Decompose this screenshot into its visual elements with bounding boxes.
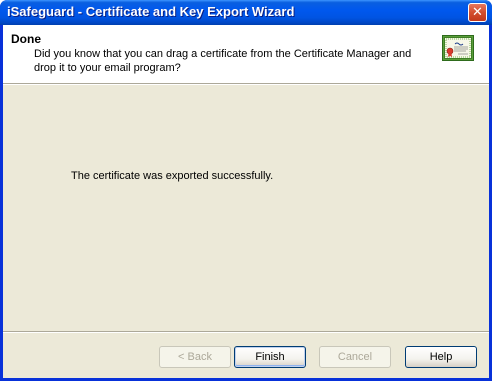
header-divider <box>3 83 489 85</box>
close-button[interactable]: ✕ <box>468 3 487 22</box>
close-icon: ✕ <box>472 5 483 20</box>
wizard-client-area: Done Did you know that you can drag a ce… <box>3 25 489 378</box>
certificate-icon <box>442 35 474 61</box>
footer-divider <box>3 331 489 333</box>
cancel-button[interactable]: Cancel <box>319 346 391 368</box>
wizard-window: iSafeguard - Certificate and Key Export … <box>0 0 492 381</box>
help-button[interactable]: Help <box>405 346 477 368</box>
window-title: iSafeguard - Certificate and Key Export … <box>7 4 295 19</box>
page-description: Did you know that you can drag a certifi… <box>34 48 412 74</box>
title-bar[interactable]: iSafeguard - Certificate and Key Export … <box>0 0 492 25</box>
status-message: The certificate was exported successfull… <box>71 170 274 182</box>
finish-button[interactable]: Finish <box>234 346 306 368</box>
wizard-header: Done Did you know that you can drag a ce… <box>3 25 489 83</box>
page-title: Done <box>11 32 41 46</box>
back-button[interactable]: < Back <box>159 346 231 368</box>
